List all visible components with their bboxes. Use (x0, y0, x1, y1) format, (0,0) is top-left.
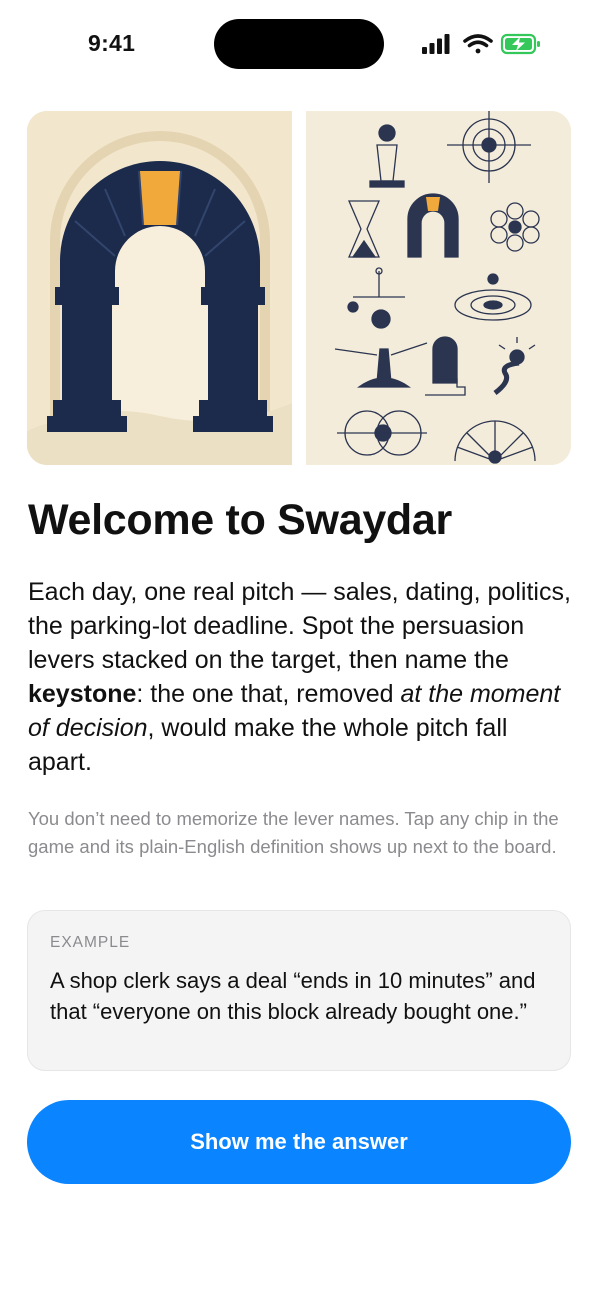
dynamic-island (214, 19, 384, 69)
intro-text-2: : the one that, removed (136, 680, 401, 708)
show-answer-button[interactable]: Show me the answer (27, 1100, 571, 1184)
example-text: A shop clerk says a deal “ends in 10 min… (50, 968, 536, 1024)
battery-charging-icon (500, 33, 540, 55)
status-time: 9:41 (88, 30, 136, 56)
page-title: Welcome to Swaydar (28, 496, 452, 544)
intro-paragraph: Each day, one real pitch — sales, dating… (28, 575, 573, 779)
helper-note: You don’t need to memorize the lever nam… (28, 808, 559, 857)
cellular-signal-icon (422, 34, 450, 54)
status-bar: 9:41 (0, 0, 598, 90)
hero-illustration (27, 111, 571, 465)
status-icons (422, 33, 540, 55)
wifi-icon (463, 34, 493, 54)
keystone-keyword: keystone (28, 680, 137, 708)
persuasion-symbols-icon (306, 111, 571, 465)
example-label: EXAMPLE (50, 934, 131, 951)
intro-text-1: Each day, one real pitch — sales, dating… (28, 578, 571, 674)
example-card: EXAMPLE A shop clerk says a deal “ends i… (27, 910, 571, 1071)
archway-keystone-icon (27, 111, 292, 465)
